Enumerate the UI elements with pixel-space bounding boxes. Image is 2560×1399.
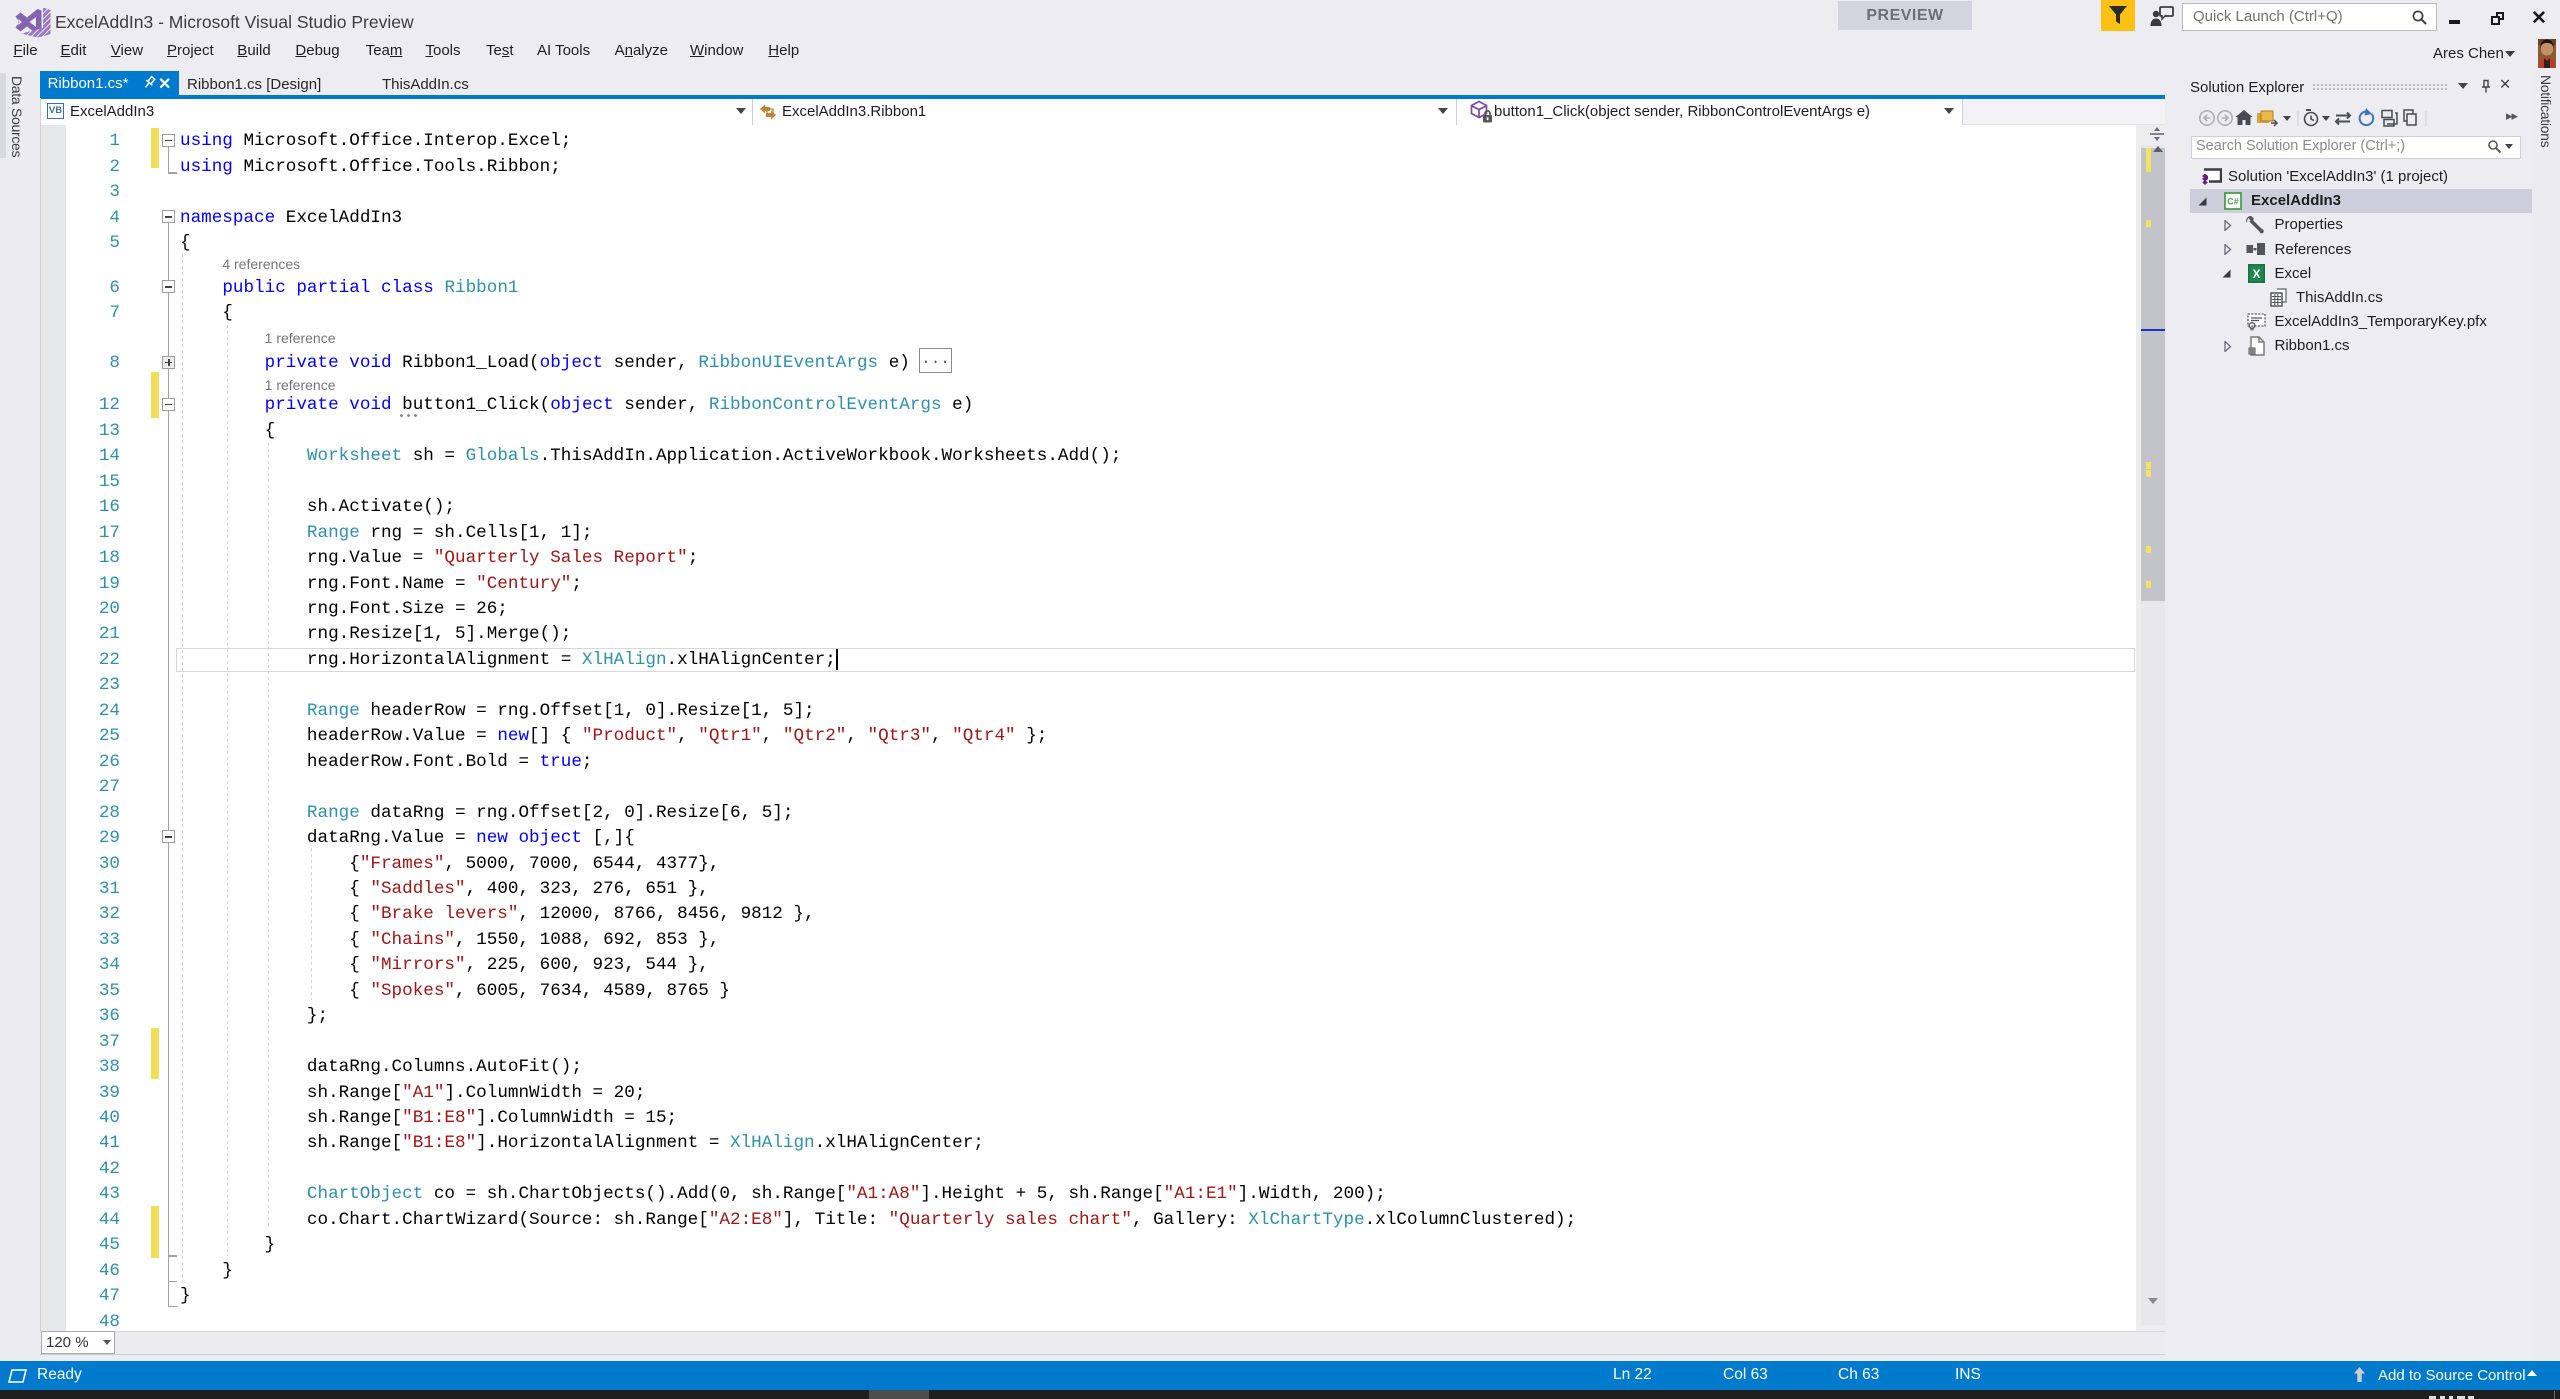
svg-text:X: X xyxy=(2252,267,2260,281)
svg-text:C#: C# xyxy=(2227,197,2239,207)
